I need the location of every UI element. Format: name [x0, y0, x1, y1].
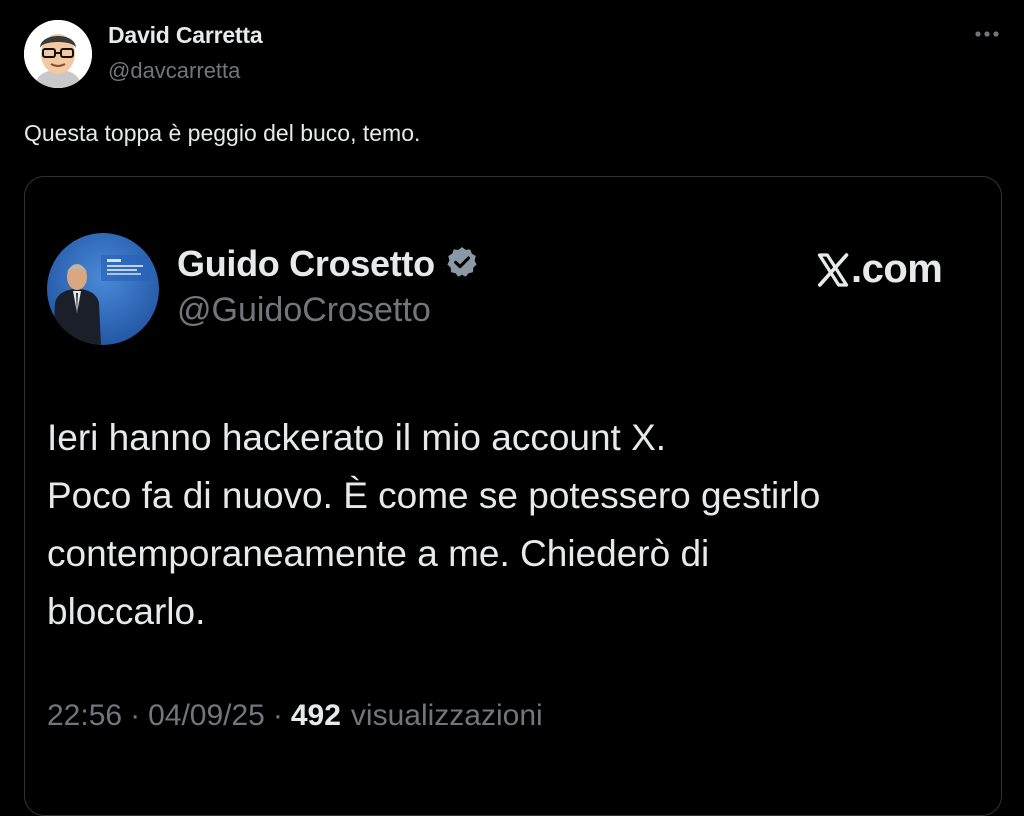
quoted-tweet-card[interactable]: Guido Crosetto @GuidoCrosetto .com Ieri …	[24, 176, 1002, 816]
quoted-tweet-text: Ieri hanno hackerato il mio account X. P…	[47, 409, 967, 641]
separator-dot: ·	[272, 699, 283, 732]
cartoon-portrait-icon	[24, 20, 92, 88]
views-label: visualizzazioni	[350, 699, 543, 732]
tweet-date[interactable]: 04/09/25	[148, 699, 265, 733]
quoted-author-name-row: Guido Crosetto	[177, 243, 479, 285]
quoted-author-avatar[interactable]	[47, 233, 159, 345]
more-horizontal-icon[interactable]	[970, 22, 1004, 46]
quoted-text-line: Ieri hanno hackerato il mio account X.	[47, 417, 667, 458]
author-handle[interactable]: @davcarretta	[108, 58, 240, 84]
quoted-author-handle[interactable]: @GuidoCrosetto	[177, 291, 431, 330]
verified-badge-icon	[445, 245, 479, 284]
views-count: 492	[290, 699, 341, 732]
tweet-text: Questa toppa è peggio del buco, temo.	[24, 120, 421, 146]
quoted-author-name[interactable]: Guido Crosetto	[177, 243, 435, 285]
quoted-text-line: Poco fa di nuovo. È come se potessero ge…	[47, 475, 821, 516]
source-label: .com	[851, 247, 943, 291]
quoted-tweet-meta: 22:56 · 04/09/25 · 492 visualizzazioni	[47, 699, 543, 733]
author-name[interactable]: David Carretta	[108, 22, 263, 49]
quoted-text-line: bloccarlo.	[47, 591, 206, 632]
x-logo-icon	[817, 252, 849, 287]
tweet-time[interactable]: 22:56	[47, 699, 122, 733]
portrait-photo-icon	[47, 233, 159, 345]
author-avatar[interactable]	[24, 20, 92, 88]
separator-dot: ·	[130, 699, 141, 732]
source-logo: .com	[815, 247, 943, 292]
quoted-text-line: contemporaneamente a me. Chiederò di	[47, 533, 710, 574]
